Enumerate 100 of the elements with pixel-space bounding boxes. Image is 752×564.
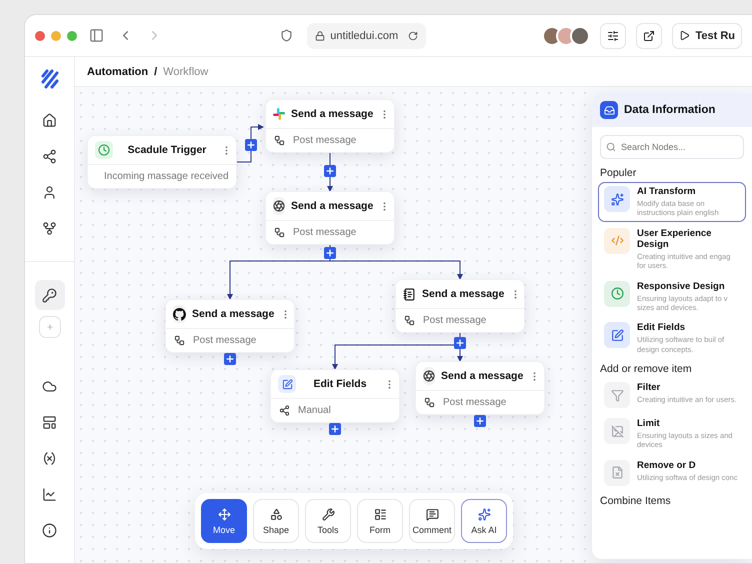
workflow-node[interactable]: Send a message Post message: [415, 361, 545, 415]
node-subtitle: Incoming massage received: [104, 171, 229, 182]
node-subtitle: Post message: [293, 135, 356, 146]
move-icon: [218, 508, 230, 520]
add-step-button[interactable]: [474, 415, 486, 427]
node-title: Send a message: [291, 200, 374, 212]
search-field[interactable]: Search Nodes...: [600, 135, 744, 159]
share-icon: [279, 405, 290, 416]
workflow-node[interactable]: Send a message Post message: [395, 279, 525, 333]
section-heading: Add or remove item: [599, 362, 693, 377]
workflow-icon: [174, 335, 185, 346]
fork-icon: [42, 220, 57, 236]
plus-icon: [475, 416, 485, 426]
option-title: Edit Fields: [637, 322, 686, 334]
node-subtitle: Post message: [443, 397, 506, 408]
node-title: Edit Fields: [312, 378, 368, 390]
sidebar-item[interactable]: [34, 280, 64, 310]
plus-icon: [455, 338, 465, 348]
comment-icon: [426, 508, 438, 520]
variable-icon: [42, 450, 57, 466]
github-logo-icon: [173, 308, 186, 320]
shapes-icon: [270, 508, 282, 520]
aperture-icon: [273, 200, 285, 212]
edit-icon: [282, 378, 292, 390]
workflow-icon: [424, 397, 435, 408]
key-icon: [42, 288, 57, 302]
shield-icon: [280, 29, 294, 42]
sliders-icon: [607, 30, 620, 42]
plus-icon: [225, 354, 235, 364]
reload-icon: [408, 30, 418, 40]
tool-button[interactable]: Comment: [409, 499, 455, 543]
node-title: Send a message: [422, 288, 504, 300]
node-subtitle: Post message: [193, 335, 256, 346]
workflow-icon: [274, 135, 285, 146]
tool-button[interactable]: Form: [357, 499, 403, 543]
clock-icon: [98, 144, 110, 156]
option-title: Responsive Design: [637, 280, 726, 292]
option-title: Remove or D: [637, 460, 697, 471]
node-title: Send a message: [441, 370, 524, 382]
url-text: untitledui.com: [330, 30, 398, 42]
workflow-node[interactable]: Edit Fields Manual: [270, 369, 400, 423]
tool-button[interactable]: Move: [201, 499, 247, 543]
inbox-glyph-icon: [604, 104, 614, 116]
external-link-icon: [643, 30, 656, 42]
form-icon: [374, 508, 386, 520]
option-title: AI Transform: [637, 186, 697, 197]
option-title: Filter: [637, 382, 662, 393]
breadcrumb-current: Workflow: [163, 66, 208, 78]
home-icon: [42, 112, 57, 128]
node-subtitle: Manual: [298, 405, 331, 416]
breadcrumb-link[interactable]: Automation: [87, 66, 148, 78]
chart-icon: [42, 486, 57, 502]
workflow-node[interactable]: Send a message Post message: [265, 99, 395, 153]
add-step-button[interactable]: [324, 165, 336, 177]
plus-icon: [246, 140, 256, 150]
search-icon: [606, 142, 616, 152]
add-step-button[interactable]: [454, 337, 466, 349]
breadcrumb-separator: /: [154, 66, 158, 78]
section-heading: Populer: [599, 166, 638, 181]
test-run-button[interactable]: Test Ru: [672, 22, 742, 48]
tool-button[interactable]: Tools: [305, 499, 351, 543]
settings-button[interactable]: [600, 22, 626, 48]
section-heading: Combine Items: [599, 494, 672, 509]
node-title: Send a message: [291, 108, 374, 120]
plus-icon: [330, 424, 340, 434]
info-icon: [42, 522, 57, 538]
aperture-icon: [423, 370, 435, 382]
wrench-icon: [322, 508, 334, 520]
panel-title: Data Information: [624, 104, 716, 116]
add-step-button[interactable]: [245, 139, 257, 151]
user-icon: [42, 184, 57, 200]
tool-button[interactable]: Ask AI: [461, 499, 507, 543]
lock-icon: [315, 30, 326, 40]
layout-icon: [42, 414, 57, 430]
add-step-button[interactable]: [324, 247, 336, 259]
close-button[interactable]: [35, 30, 45, 40]
notebook-icon: [403, 288, 416, 300]
workflow-node[interactable]: Scadule Trigger Incoming massage received: [87, 135, 237, 189]
cloud-icon: [42, 378, 57, 394]
plus-icon: [325, 166, 335, 176]
node-subtitle: Post message: [293, 227, 356, 238]
address-bar[interactable]: untitledui.com: [307, 22, 426, 48]
workflow-icon: [274, 227, 285, 238]
play-icon: [679, 30, 690, 41]
slack-logo-icon: [273, 108, 285, 120]
workflow-node[interactable]: Send a message Post message: [265, 191, 395, 245]
node-subtitle: Post message: [423, 315, 486, 326]
tool-button[interactable]: Shape: [253, 499, 299, 543]
share-icon: [42, 148, 57, 164]
add-step-button[interactable]: [224, 353, 236, 365]
sparkles-icon: [478, 508, 490, 520]
option-title: User Experience Design: [637, 228, 712, 250]
workflow-icon: [404, 315, 415, 326]
node-title: Scadule Trigger: [126, 144, 208, 156]
option-title: Limit: [637, 418, 661, 429]
workflow-node[interactable]: Send a message Post message: [165, 299, 295, 353]
open-external-button[interactable]: [636, 22, 662, 48]
add-step-button[interactable]: [329, 423, 341, 435]
plus-icon: [325, 248, 335, 258]
node-title: Send a message: [192, 308, 274, 320]
